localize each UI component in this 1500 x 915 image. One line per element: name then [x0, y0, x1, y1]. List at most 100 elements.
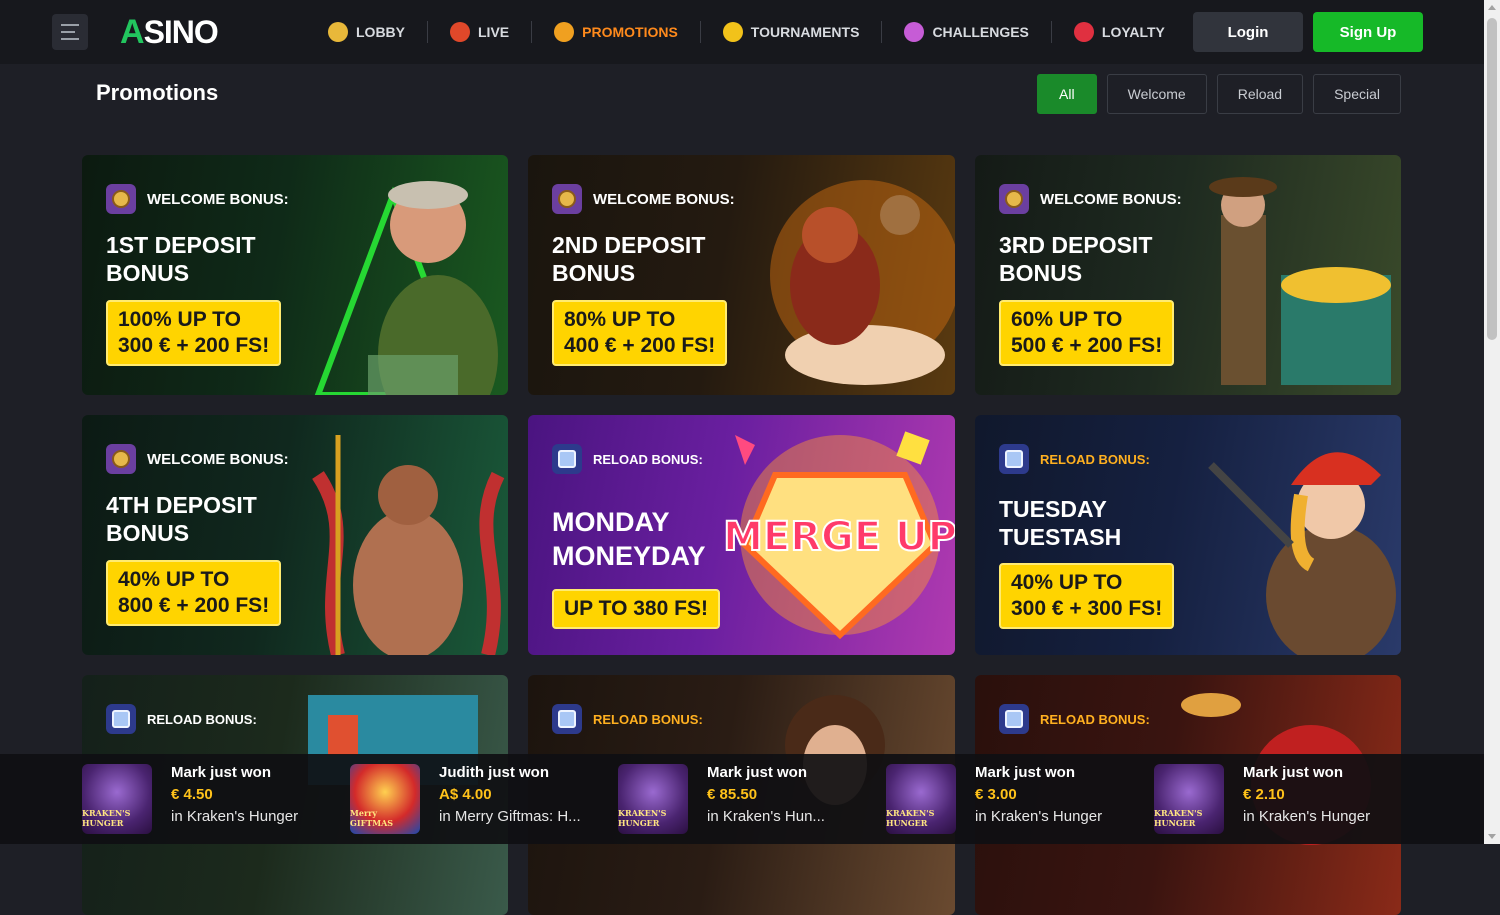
game-name: in Kraken's Hunger: [975, 808, 1103, 825]
card-title: 3RD DEPOSIT BONUS: [999, 231, 1152, 287]
card-title-line: MONDAY: [552, 507, 670, 537]
card-tag: RELOAD BONUS:: [552, 704, 703, 734]
target-icon: [904, 22, 925, 42]
card-title: 2ND DEPOSIT BONUS: [552, 231, 705, 287]
card-title-line: BONUS: [552, 260, 636, 286]
nav-loyalty-label: LOYALTY: [1101, 24, 1165, 40]
bow-icon: [1073, 22, 1094, 42]
nav-live-label: LIVE: [478, 24, 510, 40]
coin-icon: [999, 184, 1029, 214]
winner-name: Mark just won: [707, 764, 808, 781]
page-scrollbar[interactable]: [1484, 0, 1500, 844]
win-amount: € 85.50: [707, 786, 758, 803]
slot-machine-icon: [328, 22, 348, 42]
card-title-line: MONEYDAY: [552, 541, 706, 571]
card-title-line: BONUS: [106, 520, 190, 546]
card-title: 4TH DEPOSIT BONUS: [106, 491, 257, 547]
logo[interactable]: A SINO: [120, 12, 219, 51]
trophy-icon: [722, 22, 743, 42]
scroll-up-icon[interactable]: [1488, 5, 1496, 10]
nav-tournaments[interactable]: TOURNAMENTS: [701, 21, 883, 43]
hamburger-menu-icon[interactable]: [52, 14, 88, 50]
card-title: TUESDAY TUESTASH: [999, 495, 1121, 551]
top-bar: A SINO LOBBY LIVE PROMOTIONS TOURNAMENTS…: [0, 0, 1484, 64]
card-offer-line: 60% UP TO: [1011, 308, 1123, 331]
gift-icon: [552, 704, 582, 734]
win-item[interactable]: KRAKEN'S HUNGER Mark just won € 85.50 in K…: [618, 764, 825, 834]
card-offer: 40% UP TO 800 € + 200 FS!: [106, 560, 282, 626]
win-amount: € 3.00: [975, 786, 1017, 803]
winner-name: Mark just won: [975, 764, 1076, 781]
filter-reload[interactable]: Reload: [1216, 74, 1304, 114]
filter-welcome[interactable]: Welcome: [1106, 74, 1207, 114]
page-title: Promotions: [96, 80, 219, 105]
nav-challenges-label: CHALLENGES: [932, 24, 1029, 40]
promo-card[interactable]: RELOAD BONUS: TUESDAY TUESTASH 40% UP TO 3…: [975, 415, 1401, 655]
win-item[interactable]: KRAKEN'S HUNGER Mark just won € 4.50 in Kr…: [82, 764, 298, 834]
card-title-line: 4TH DEPOSIT: [106, 492, 257, 518]
character-art-icon: [314, 181, 498, 395]
card-title-line: TUESTASH: [999, 524, 1122, 550]
card-tag-label: WELCOME BONUS:: [1040, 190, 1182, 208]
nav-loyalty[interactable]: LOYALTY: [1052, 21, 1187, 43]
card-tag: WELCOME BONUS:: [106, 184, 289, 214]
winner-name: Mark just won: [171, 764, 272, 781]
game-thumbnail[interactable]: KRAKEN'S HUNGER: [82, 764, 152, 834]
scroll-down-icon[interactable]: [1488, 834, 1496, 839]
logo-mark: A: [120, 12, 145, 51]
filter-all[interactable]: All: [1037, 74, 1097, 114]
card-tag-label: WELCOME BONUS:: [147, 190, 289, 208]
card-title-line: 3RD DEPOSIT: [999, 232, 1153, 258]
promo-card[interactable]: WELCOME BONUS: 3RD DEPOSIT BONUS 60% UP T…: [975, 155, 1401, 395]
coin-icon: [106, 184, 136, 214]
card-offer-line: 80% UP TO: [564, 308, 676, 331]
login-button[interactable]: Login: [1193, 12, 1303, 52]
promo-card[interactable]: WELCOME BONUS: 1ST DEPOSIT BONUS 100% UP …: [82, 155, 508, 395]
promo-card[interactable]: WELCOME BONUS: 4TH DEPOSIT BONUS 40% UP T…: [82, 415, 508, 655]
card-tag-label: RELOAD BONUS:: [593, 711, 703, 727]
win-amount: € 4.50: [171, 786, 213, 803]
game-thumbnail[interactable]: KRAKEN'S HUNGER: [886, 764, 956, 834]
merge-up-art-icon: MERGE UP: [722, 431, 955, 640]
nav-live[interactable]: LIVE: [428, 21, 533, 43]
win-item[interactable]: KRAKEN'S HUNGER Mark just won € 2.10 in Kr…: [1154, 764, 1370, 834]
game-name: in Kraken's Hun...: [707, 808, 825, 825]
card-title-line: TUESDAY: [999, 496, 1107, 522]
game-thumbnail[interactable]: KRAKEN'S HUNGER: [1154, 764, 1224, 834]
character-art-icon: [770, 180, 955, 385]
card-tag-label: WELCOME BONUS:: [147, 450, 289, 468]
game-thumbnail[interactable]: Merry GIFTMAS: [350, 764, 420, 834]
nav-lobby[interactable]: LOBBY: [306, 21, 428, 43]
card-title: MONDAY MONEYDAY: [552, 505, 706, 573]
card-tag: RELOAD BONUS:: [552, 444, 703, 474]
card-offer: 80% UP TO 400 € + 200 FS!: [552, 300, 728, 366]
card-offer: 60% UP TO 500 € + 200 FS!: [999, 300, 1175, 366]
filter-special[interactable]: Special: [1313, 74, 1401, 114]
scrollbar-thumb[interactable]: [1487, 18, 1497, 340]
win-amount: € 2.10: [1243, 786, 1285, 803]
card-title-line: BONUS: [106, 260, 190, 286]
character-art-icon: [1208, 452, 1396, 655]
merge-up-logo: MERGE UP: [723, 514, 955, 560]
recent-wins-ticker: KRAKEN'S HUNGER Mark just won € 4.50 in Kr…: [0, 754, 1484, 844]
win-item[interactable]: Merry GIFTMAS Judith just won A$ 4.00 in M…: [350, 764, 581, 834]
character-art-icon: [1209, 177, 1391, 385]
card-title-line: BONUS: [999, 260, 1083, 286]
card-tag-label: RELOAD BONUS:: [1040, 711, 1150, 727]
promo-card[interactable]: WELCOME BONUS: 2ND DEPOSIT BONUS 80% UP T…: [528, 155, 955, 395]
win-item[interactable]: KRAKEN'S HUNGER Mark just won € 3.00 in Kr…: [886, 764, 1102, 834]
signup-button[interactable]: Sign Up: [1313, 12, 1423, 52]
nav-challenges[interactable]: CHALLENGES: [882, 21, 1052, 43]
promo-card[interactable]: MERGE UP RELOAD BONUS: MONDAY MONEYDAY UP…: [528, 415, 955, 655]
card-tag: RELOAD BONUS:: [106, 704, 257, 734]
card-tag: WELCOME BONUS:: [106, 444, 289, 474]
card-offer: UP TO 380 FS!: [552, 589, 720, 629]
card-title-line: 2ND DEPOSIT: [552, 232, 706, 258]
game-name: in Merry Giftmas: H...: [439, 808, 581, 825]
game-thumbnail[interactable]: KRAKEN'S HUNGER: [618, 764, 688, 834]
winner-name: Mark just won: [1243, 764, 1344, 781]
gift-icon: [999, 444, 1029, 474]
nav-promotions[interactable]: PROMOTIONS: [532, 21, 701, 43]
character-art-icon: [312, 435, 505, 655]
gift-icon: [552, 444, 582, 474]
